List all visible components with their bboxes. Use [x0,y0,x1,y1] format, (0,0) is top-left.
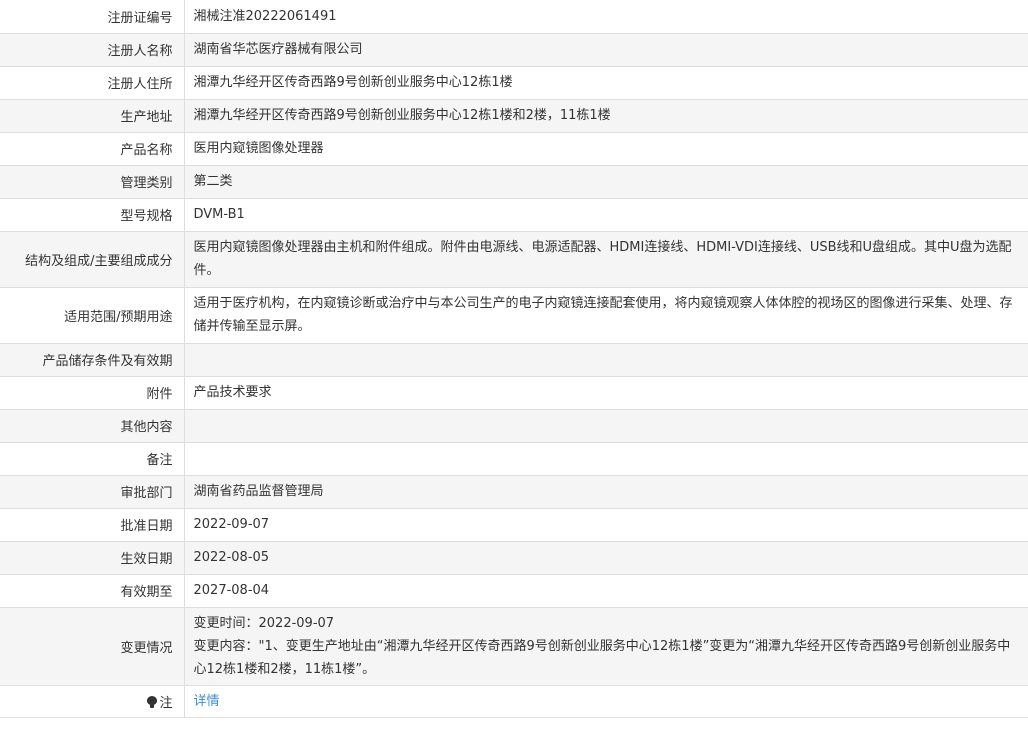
value-approval-date: 2022-09-07 [193,517,270,532]
row-note: 注 详情 [0,685,1028,717]
label-approval-department: 审批部门 [0,475,185,508]
label-storage-conditions: 产品储存条件及有效期 [0,343,185,376]
value-other-content [184,409,1028,442]
label-registrant-residence: 注册人住所 [0,66,185,99]
label-effective-date: 生效日期 [0,541,185,574]
row-structure-composition: 结构及组成/主要组成成分 医用内窥镜图像处理器由主机和附件组成。附件由电源线、电… [0,231,1028,287]
label-change-history: 变更情况 [0,607,185,685]
row-remarks: 备注 [0,442,1028,475]
label-remarks: 备注 [0,442,185,475]
row-other-content: 其他内容 [0,409,1028,442]
row-expiry-date: 有效期至 2027-08-04 [0,574,1028,607]
value-model-spec: DVM-B1 [193,207,245,222]
row-model-spec: 型号规格 DVM-B1 [0,198,1028,231]
value-attachment: 产品技术要求 [193,385,272,400]
row-registrant-residence: 注册人住所 湘潭九华经开区传奇西路9号创新创业服务中心12栋1楼 [0,66,1028,99]
row-production-address: 生产地址 湘潭九华经开区传奇西路9号创新创业服务中心12栋1楼和2楼，11栋1楼 [0,99,1028,132]
row-registration-number: 注册证编号 湘械注准20222061491 [0,0,1028,33]
value-registrant-name: 湖南省华芯医疗器械有限公司 [193,42,363,57]
value-registrant-residence: 湘潭九华经开区传奇西路9号创新创业服务中心12栋1楼 [193,75,513,90]
note-label-text: 注 [159,695,173,711]
row-attachment: 附件 产品技术要求 [0,376,1028,409]
row-management-class: 管理类别 第二类 [0,165,1028,198]
row-approval-date: 批准日期 2022-09-07 [0,508,1028,541]
label-registration-number: 注册证编号 [0,0,185,33]
value-management-class: 第二类 [193,174,233,189]
change-content: 变更内容："1、变更生产地址由“湘潭九华经开区传奇西路9号创新创业服务中心12栋… [193,638,1011,677]
bulb-icon [147,695,158,708]
registration-info-table: 注册证编号 湘械注准20222061491 注册人名称 湖南省华芯医疗器械有限公… [0,0,1028,718]
value-remarks [184,442,1028,475]
value-structure-composition: 医用内窥镜图像处理器由主机和附件组成。附件由电源线、电源适配器、HDMI连接线、… [193,240,1012,278]
value-expiry-date: 2027-08-04 [193,583,270,598]
details-link[interactable]: 详情 [194,694,220,709]
label-scope-intended-use: 适用范围/预期用途 [0,287,185,343]
label-management-class: 管理类别 [0,165,185,198]
label-structure-composition: 结构及组成/主要组成成分 [0,231,185,287]
value-registration-number: 湘械注准20222061491 [193,8,337,24]
label-attachment: 附件 [0,376,185,409]
row-storage-conditions: 产品储存条件及有效期 [0,343,1028,376]
value-scope-intended-use: 适用于医疗机构，在内窥镜诊断或治疗中与本公司生产的电子内窥镜连接配套使用，将内窥… [193,296,1013,334]
label-registrant-name: 注册人名称 [0,33,185,66]
row-registrant-name: 注册人名称 湖南省华芯医疗器械有限公司 [0,33,1028,66]
value-note: 详情 [184,685,1028,717]
row-product-name: 产品名称 医用内窥镜图像处理器 [0,132,1028,165]
value-production-address: 湘潭九华经开区传奇西路9号创新创业服务中心12栋1楼和2楼，11栋1楼 [193,108,611,123]
value-effective-date: 2022-08-05 [193,550,270,565]
value-product-name: 医用内窥镜图像处理器 [193,141,324,156]
value-storage-conditions [184,343,1028,376]
value-approval-department: 湖南省药品监督管理局 [193,484,324,499]
label-model-spec: 型号规格 [0,198,185,231]
label-production-address: 生产地址 [0,99,185,132]
change-time: 变更时间：2022-09-07 [193,615,335,631]
label-product-name: 产品名称 [0,132,185,165]
row-change-history: 变更情况 变更时间：2022-09-07 变更内容："1、变更生产地址由“湘潭九… [0,607,1028,685]
row-effective-date: 生效日期 2022-08-05 [0,541,1028,574]
value-change-history: 变更时间：2022-09-07 变更内容："1、变更生产地址由“湘潭九华经开区传… [184,607,1028,685]
row-scope-intended-use: 适用范围/预期用途 适用于医疗机构，在内窥镜诊断或治疗中与本公司生产的电子内窥镜… [0,287,1028,343]
label-approval-date: 批准日期 [0,508,185,541]
label-expiry-date: 有效期至 [0,574,185,607]
label-other-content: 其他内容 [0,409,185,442]
label-note: 注 [0,685,185,717]
row-approval-department: 审批部门 湖南省药品监督管理局 [0,475,1028,508]
